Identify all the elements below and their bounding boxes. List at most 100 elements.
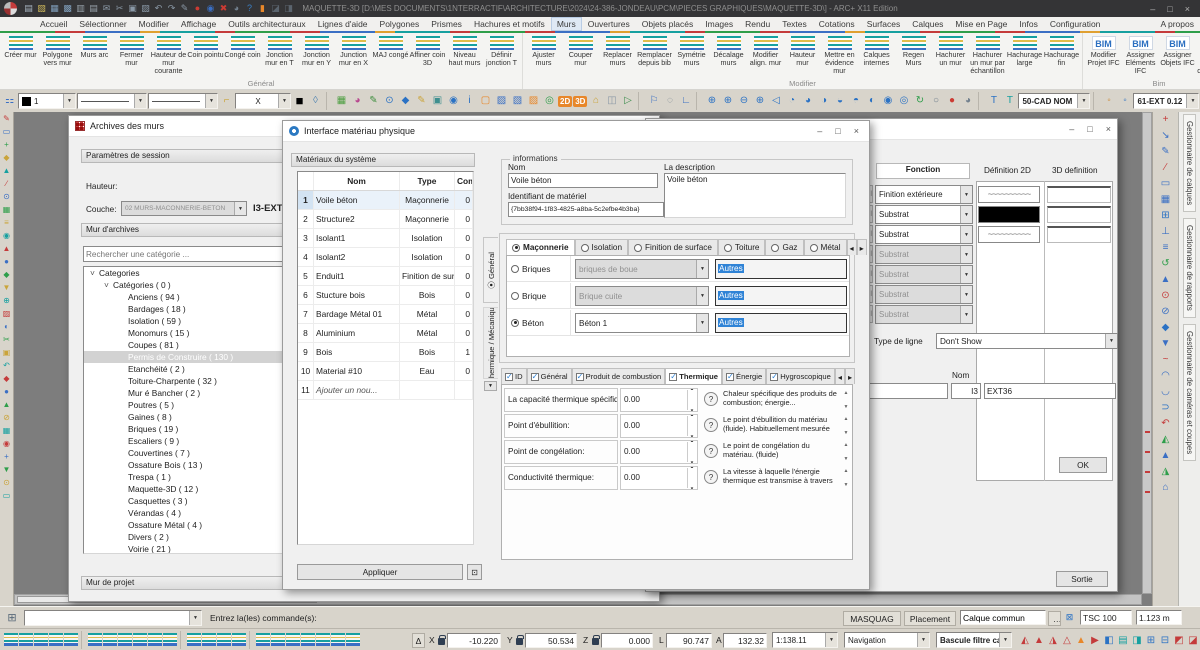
ribbon-button-cr-er-mur[interactable]: Créer mur bbox=[2, 34, 39, 75]
hatch-wall-icon[interactable] bbox=[346, 633, 360, 646]
quick-access-icon[interactable]: ▮ bbox=[257, 1, 268, 16]
category-tab-ma-onnerie[interactable]: Maçonnerie bbox=[506, 239, 575, 255]
draw-tool-icon[interactable]: ▼ bbox=[1161, 336, 1171, 352]
tool-icon[interactable]: ∕ bbox=[6, 177, 7, 190]
quick-access-icon[interactable]: ? bbox=[244, 1, 255, 16]
apply-button[interactable]: Appliquer bbox=[297, 564, 463, 580]
filter-toggle-combo[interactable]: Bascule filtre ca bbox=[936, 632, 1012, 648]
tab-scroll-left[interactable]: ◂ bbox=[835, 368, 845, 384]
menu-tab-infos[interactable]: Infos bbox=[1013, 17, 1043, 31]
paint-bucket-icon[interactable]: ◊ bbox=[308, 93, 323, 109]
spinner[interactable]: ▲▼ bbox=[687, 390, 696, 410]
tree-item-monomurs-15[interactable]: Monomurs ( 15 ) bbox=[84, 327, 294, 339]
draw-tool-icon[interactable]: ⊞ bbox=[1161, 208, 1169, 224]
table-row[interactable]: 4Isolant2Isolation0 bbox=[298, 248, 473, 267]
menu-tab-surfaces[interactable]: Surfaces bbox=[861, 17, 907, 31]
checkbox-icon[interactable] bbox=[726, 373, 734, 381]
draw-tool-icon[interactable]: ↺ bbox=[1161, 256, 1169, 272]
description-field[interactable]: Voile béton bbox=[664, 173, 846, 218]
function-combo[interactable]: Substrat bbox=[875, 265, 973, 284]
view-tool-icon[interactable]: ◭ bbox=[1018, 632, 1032, 648]
property-value-input[interactable]: 0.00▲▼ bbox=[620, 388, 698, 412]
ribbon-button-sym-trie-murs[interactable]: Symétrie murs bbox=[673, 34, 710, 75]
tree-item-gaines-8[interactable]: Gaines ( 8 ) bbox=[84, 411, 294, 423]
zoom-tool-icon[interactable]: ◁ bbox=[768, 93, 783, 109]
tree-item-ossature-m-tal-4[interactable]: Ossature Métal ( 4 ) bbox=[84, 519, 294, 531]
tree-node[interactable]: ˅Catégories ( 0 ) bbox=[84, 279, 294, 291]
ribbon-button-jonction-mur-en-y[interactable]: Jonction mur en Y bbox=[298, 34, 335, 75]
distance-field[interactable]: 1.123 m bbox=[1136, 610, 1182, 625]
command-window-icon[interactable]: ⊞ bbox=[0, 610, 24, 626]
view-tool-icon[interactable]: ▲ bbox=[1032, 632, 1046, 648]
property-value-input[interactable]: 0.00▲▼ bbox=[620, 414, 698, 438]
ribbon-button-modifier-style-d-l-ments[interactable]: BIMModifier style d'éléments bbox=[1196, 34, 1200, 75]
ribbon-button-calques-internes[interactable]: Calques internes bbox=[858, 34, 895, 75]
table-row[interactable]: 1Voile bétonMaçonnerie0 bbox=[298, 191, 473, 210]
quick-access-icon[interactable]: ▧ bbox=[36, 1, 47, 16]
table-row[interactable]: 10Material #10Eau0 bbox=[298, 362, 473, 381]
ribbon-button-hauteur-mur[interactable]: Hauteur mur bbox=[784, 34, 821, 75]
function-combo[interactable]: Substrat bbox=[875, 305, 973, 324]
line-type-combo[interactable] bbox=[148, 93, 218, 109]
tool-icon[interactable]: ⊕ bbox=[3, 294, 10, 307]
minimize-button[interactable]: – bbox=[1069, 124, 1074, 134]
toolbar-icon[interactable]: ◫ bbox=[604, 93, 619, 109]
x-junction-icon[interactable] bbox=[148, 633, 162, 646]
menu-tab-accueil[interactable]: Accueil bbox=[34, 17, 73, 31]
wall-height-icon[interactable] bbox=[64, 633, 78, 646]
offset-wall-icon[interactable] bbox=[301, 633, 315, 646]
manager-tab-gestionnaire-de-rapports[interactable]: Gestionnaire de rapports bbox=[1183, 218, 1196, 318]
draw-tool-icon[interactable]: ∕ bbox=[1165, 160, 1167, 176]
view-tool-icon[interactable]: ◮ bbox=[1046, 632, 1060, 648]
ribbon-button-assigner-el-ments-ifc[interactable]: BIMAssigner Eléments IFC bbox=[1122, 34, 1159, 75]
name-field[interactable] bbox=[984, 383, 1116, 399]
tool-icon[interactable]: ⊙ bbox=[3, 190, 10, 203]
side-tab-scroll-button[interactable]: ▼ bbox=[484, 381, 497, 391]
function-combo[interactable]: Substrat bbox=[875, 225, 973, 244]
table-row[interactable]: 8AluminiumMétal0 bbox=[298, 324, 473, 343]
minimize-button[interactable]: – bbox=[1150, 4, 1155, 14]
tool-icon[interactable]: ▲ bbox=[3, 242, 11, 255]
material-combo[interactable]: Brique cuite bbox=[575, 286, 709, 306]
tool-icon[interactable]: ◆ bbox=[3, 268, 9, 281]
toolbar-icon[interactable]: ▷ bbox=[620, 93, 635, 109]
tree-item-ossature-bois-13[interactable]: Ossature Bois ( 13 ) bbox=[84, 459, 294, 471]
quick-access-icon[interactable]: ◨ bbox=[283, 1, 294, 16]
tool-icon[interactable]: ✎ bbox=[3, 112, 10, 125]
category-tab-isolation[interactable]: Isolation bbox=[575, 239, 629, 255]
wall-arc-icon[interactable] bbox=[34, 633, 48, 646]
tree-item-v-randas-4[interactable]: Vérandas ( 4 ) bbox=[84, 507, 294, 519]
zoom-tool-icon[interactable]: ◎ bbox=[896, 93, 911, 109]
draw-tool-icon[interactable]: ↶ bbox=[1161, 416, 1169, 432]
ribbon-button-niveau-haut-murs[interactable]: Niveau haut murs bbox=[446, 34, 483, 75]
ribbon-button-murs-arc[interactable]: Murs arc bbox=[76, 34, 113, 75]
tool-icon[interactable]: ⊘ bbox=[3, 411, 10, 424]
manager-tab-gestionnaire-de-calques[interactable]: Gestionnaire de calques bbox=[1183, 114, 1196, 212]
menu-tab-modifier[interactable]: Modifier bbox=[133, 17, 175, 31]
view-tool-icon[interactable]: ◩ bbox=[1172, 632, 1186, 648]
tool-icon[interactable]: ◉ bbox=[3, 229, 10, 242]
mirror-wall-icon[interactable] bbox=[286, 633, 300, 646]
drawing-canvas[interactable]: ✎▭+◆▲∕⊙▦≡◉▲●◆▼⊕▨◐✂▣↶◆●▲⊘▦◉+▼⊙▭ +↘✎∕▭▦⊞⊥≡… bbox=[0, 112, 1200, 606]
trim-walls-icon[interactable] bbox=[232, 633, 246, 646]
function-combo[interactable]: Substrat bbox=[875, 245, 973, 264]
draw-tool-icon[interactable]: ▦ bbox=[1161, 192, 1170, 208]
menu-tab-murs[interactable]: Murs bbox=[551, 17, 582, 31]
side-tab-thermique-mecanique[interactable]: Thermique / Mécanique bbox=[483, 307, 498, 379]
tab-scroll-right[interactable]: ▸ bbox=[857, 239, 867, 255]
y-junction-icon[interactable] bbox=[133, 633, 147, 646]
manager-tab-gestionnaire-de-cam-ras-et-coupes[interactable]: Gestionnaire de caméras et coupes bbox=[1183, 324, 1196, 461]
autres-field[interactable]: Autres bbox=[715, 286, 847, 306]
materials-table[interactable]: NomTypeCompt1Voile bétonMaçonnerie02Stru… bbox=[297, 171, 474, 545]
toolbar-icon[interactable]: ⌂ bbox=[588, 93, 603, 109]
view-tool-icon[interactable]: ◧ bbox=[1102, 632, 1116, 648]
x-lock-icon[interactable] bbox=[438, 638, 445, 645]
quick-access-icon[interactable]: ◪ bbox=[270, 1, 281, 16]
ribbon-button-hachurage-fin[interactable]: Hachurage fin bbox=[1043, 34, 1080, 75]
fill-color-swatch[interactable]: ■ bbox=[292, 93, 307, 109]
property-tab-id[interactable]: ID bbox=[501, 368, 527, 384]
x-coordinate[interactable]: -10.220 bbox=[447, 633, 501, 648]
text-tool-icon[interactable]: T bbox=[1002, 93, 1017, 109]
zoom-tool-icon[interactable]: ◕ bbox=[960, 93, 975, 109]
toolbar-icon[interactable]: ✎ bbox=[366, 93, 381, 109]
